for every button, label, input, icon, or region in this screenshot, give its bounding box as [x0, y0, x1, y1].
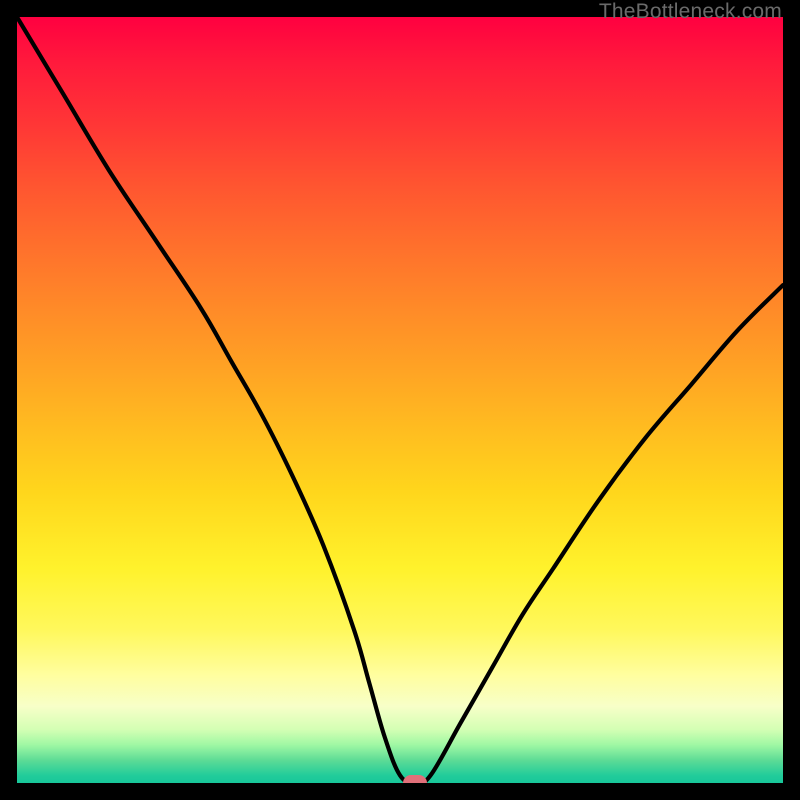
- chart-frame: TheBottleneck.com: [0, 0, 800, 800]
- bottleneck-curve: [17, 17, 783, 783]
- watermark-label: TheBottleneck.com: [599, 0, 782, 24]
- plot-area: [17, 17, 783, 783]
- optimal-marker-icon: [403, 775, 427, 783]
